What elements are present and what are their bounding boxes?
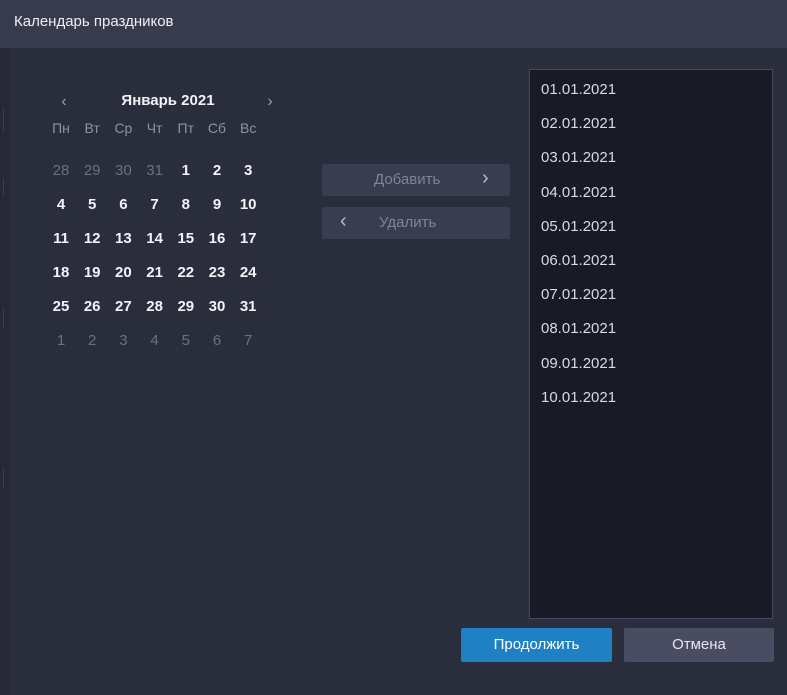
calendar-day[interactable]: 23 (204, 264, 230, 281)
month-label: Январь 2021 (121, 92, 215, 109)
calendar-day[interactable]: 29 (173, 298, 199, 315)
chevron-right-icon: › (482, 167, 489, 189)
calendar-day-other-month[interactable]: 4 (142, 332, 168, 349)
calendar-day-other-month[interactable]: 30 (110, 162, 136, 179)
calendar-day[interactable]: 31 (235, 298, 261, 315)
calendar-day-other-month[interactable]: 7 (235, 332, 261, 349)
calendar-day-other-month[interactable]: 31 (142, 162, 168, 179)
list-item[interactable]: 04.01.2021 (541, 184, 616, 201)
calendar-day[interactable]: 25 (48, 298, 74, 315)
chevron-left-icon[interactable]: ‹ (52, 92, 76, 114)
calendar-day[interactable]: 17 (235, 230, 261, 247)
calendar-day-other-month[interactable]: 28 (48, 162, 74, 179)
remove-button-label: Удалить (379, 214, 437, 231)
cancel-button[interactable]: Отмена (624, 628, 774, 662)
calendar-day[interactable]: 24 (235, 264, 261, 281)
list-item[interactable]: 10.01.2021 (541, 389, 616, 406)
weekday-label: Вс (240, 120, 257, 136)
calendar-day[interactable]: 4 (48, 196, 74, 213)
chevron-left-icon: ‹ (340, 210, 347, 232)
calendar-day-other-month[interactable]: 29 (79, 162, 105, 179)
weekday-label: Чт (146, 120, 163, 136)
calendar-day[interactable]: 20 (110, 264, 136, 281)
weekday-label: Сб (207, 120, 227, 136)
calendar-day[interactable]: 5 (79, 196, 105, 213)
list-item[interactable]: 06.01.2021 (541, 252, 616, 269)
weekday-label: Ср (114, 120, 133, 136)
calendar-day-other-month[interactable]: 3 (110, 332, 136, 349)
holiday-list[interactable]: 01.01.2021 02.01.2021 03.01.2021 04.01.2021… (529, 69, 773, 619)
calendar-day[interactable]: 27 (110, 298, 136, 315)
list-item[interactable]: 02.01.2021 (541, 115, 616, 132)
calendar-day[interactable]: 22 (173, 264, 199, 281)
calendar-day[interactable]: 18 (48, 264, 74, 281)
list-item[interactable]: 07.01.2021 (541, 286, 616, 303)
add-button[interactable]: Добавить › (322, 164, 510, 196)
chevron-right-icon[interactable]: › (258, 92, 282, 114)
calendar-day[interactable]: 10 (235, 196, 261, 213)
calendar-header: ‹ Январь 2021 › (48, 92, 288, 114)
calendar-day[interactable]: 28 (142, 298, 168, 315)
calendar-day[interactable]: 21 (142, 264, 168, 281)
calendar-day-other-month[interactable]: 2 (79, 332, 105, 349)
calendar-day[interactable]: 9 (204, 196, 230, 213)
calendar-day[interactable]: 26 (79, 298, 105, 315)
list-item[interactable]: 01.01.2021 (541, 81, 616, 98)
calendar-day[interactable]: 15 (173, 230, 199, 247)
calendar-day[interactable]: 7 (142, 196, 168, 213)
window-title: Календарь праздников (14, 13, 174, 30)
calendar-day-other-month[interactable]: 5 (173, 332, 199, 349)
list-item[interactable]: 09.01.2021 (541, 355, 616, 372)
calendar-day[interactable]: 14 (142, 230, 168, 247)
list-item[interactable]: 05.01.2021 (541, 218, 616, 235)
left-edge (0, 48, 10, 695)
calendar-day[interactable]: 30 (204, 298, 230, 315)
list-item[interactable]: 03.01.2021 (541, 149, 616, 166)
list-item[interactable]: 08.01.2021 (541, 320, 616, 337)
calendar-day[interactable]: 12 (79, 230, 105, 247)
calendar-day[interactable]: 2 (204, 162, 230, 179)
calendar-day[interactable]: 6 (110, 196, 136, 213)
calendar-day[interactable]: 19 (79, 264, 105, 281)
weekday-label: Пт (177, 120, 195, 136)
calendar-day[interactable]: 1 (173, 162, 199, 179)
calendar-day[interactable]: 16 (204, 230, 230, 247)
continue-button[interactable]: Продолжить (461, 628, 612, 662)
weekday-label: Вт (84, 120, 100, 136)
calendar-day[interactable]: 3 (235, 162, 261, 179)
weekday-label: Пн (52, 120, 70, 136)
calendar-day-other-month[interactable]: 1 (48, 332, 74, 349)
calendar-day[interactable]: 11 (48, 230, 74, 247)
calendar-day[interactable]: 8 (173, 196, 199, 213)
title-bar: Календарь праздников (0, 0, 787, 48)
add-button-label: Добавить (374, 171, 441, 188)
calendar-day[interactable]: 13 (110, 230, 136, 247)
remove-button[interactable]: ‹ Удалить (322, 207, 510, 239)
calendar-day-other-month[interactable]: 6 (204, 332, 230, 349)
